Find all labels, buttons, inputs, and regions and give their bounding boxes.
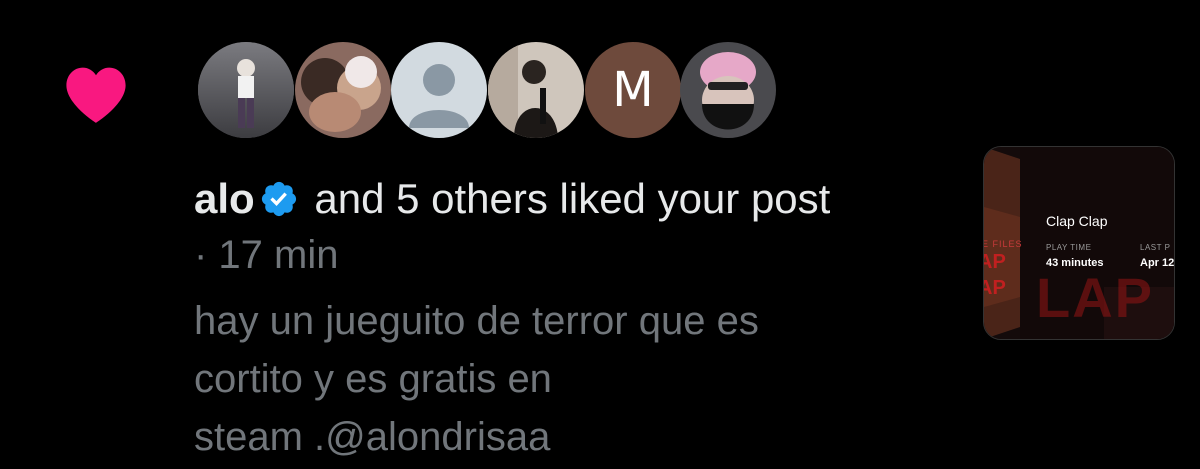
avatar-letter: M xyxy=(612,62,654,118)
post-media-thumbnail[interactable]: E FILES AP AP LAP Clap Clap PLAY TIME 43… xyxy=(983,146,1175,340)
art-text-ap: AP xyxy=(984,251,1006,273)
art-text-ap: AP xyxy=(984,277,1006,299)
avatar[interactable] xyxy=(680,42,776,138)
play-time-label: PLAY TIME xyxy=(1046,243,1092,252)
timestamp: · 17 min xyxy=(194,233,339,277)
play-time-value: 43 minutes xyxy=(1046,257,1104,269)
notification-headline: alo and 5 others liked your post xyxy=(194,172,830,226)
post-text-line: hay un jueguito de terror que es xyxy=(194,299,759,343)
post-preview[interactable]: hay un jueguito de terror que es cortito… xyxy=(194,292,954,466)
avatar[interactable] xyxy=(391,42,487,138)
avatar[interactable] xyxy=(295,42,391,138)
game-title: Clap Clap xyxy=(1046,213,1108,229)
avatar[interactable] xyxy=(488,42,584,138)
heart-icon xyxy=(62,62,130,124)
last-played-label: LAST P xyxy=(1140,243,1171,252)
last-played-value: Apr 12 xyxy=(1140,257,1175,269)
user-name-link[interactable]: alo xyxy=(194,175,255,222)
action-text: and 5 others liked your post xyxy=(314,175,831,222)
post-text-line: steam .@alondrisaa xyxy=(194,415,551,459)
verified-badge-icon xyxy=(259,178,299,218)
post-text-line: cortito y es gratis en xyxy=(194,357,552,401)
avatar[interactable] xyxy=(198,42,294,138)
art-text-big: LAP xyxy=(1036,266,1154,329)
art-text-files: E FILES xyxy=(983,239,1023,249)
avatar[interactable]: M xyxy=(585,42,681,138)
